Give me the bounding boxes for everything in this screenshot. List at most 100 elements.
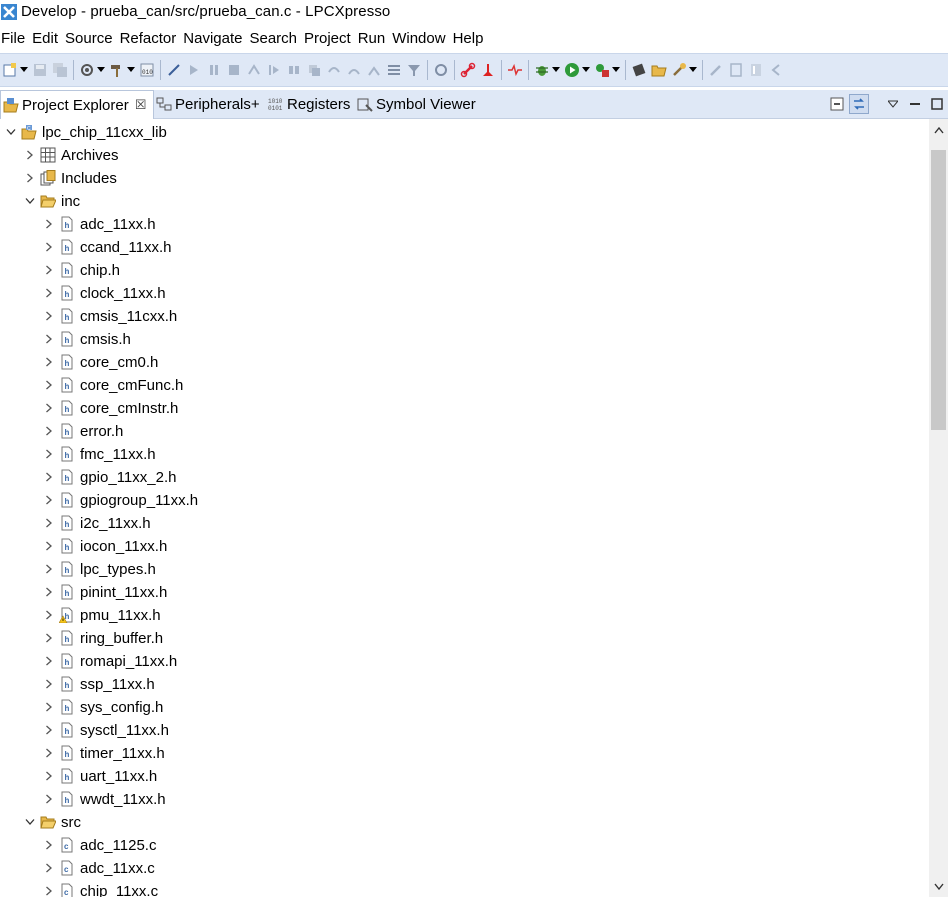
file-node[interactable]: h sys_config.h [0,696,929,719]
minimize-icon[interactable] [905,94,925,114]
run-icon[interactable] [564,62,580,78]
file-node[interactable]: h chip.h [0,259,929,282]
file-node[interactable]: c adc_1125.c [0,834,929,857]
chevron-right-icon[interactable] [43,861,55,875]
binary-icon[interactable]: 010 [139,62,155,78]
debug-bug-icon[interactable] [534,62,550,78]
chevron-right-icon[interactable] [43,332,55,346]
scrollbar-thumb[interactable] [931,150,946,430]
skip-breakpoints-icon[interactable] [166,62,182,78]
chevron-right-icon[interactable] [43,562,55,576]
external-tools-dropdown-icon[interactable] [612,62,620,78]
pulse-icon[interactable] [507,62,523,78]
collapse-all-icon[interactable] [827,94,847,114]
file-node[interactable]: h gpiogroup_11xx.h [0,489,929,512]
chevron-right-icon[interactable] [43,470,55,484]
file-node[interactable]: h ring_buffer.h [0,627,929,650]
chevron-down-icon[interactable] [5,125,17,139]
link-icon[interactable] [460,62,476,78]
menu-source[interactable]: Source [65,30,120,47]
chevron-right-icon[interactable] [43,240,55,254]
chevron-right-icon[interactable] [43,700,55,714]
tools-icon[interactable] [671,62,687,78]
open-folder-icon[interactable] [651,62,667,78]
step-into-icon[interactable] [266,62,282,78]
menu-navigate[interactable]: Navigate [183,30,249,47]
chip-icon[interactable] [631,62,647,78]
chevron-right-icon[interactable] [43,516,55,530]
chevron-right-icon[interactable] [43,493,55,507]
menu-edit[interactable]: Edit [32,30,65,47]
chevron-right-icon[interactable] [43,217,55,231]
file-node[interactable]: h core_cm0.h [0,351,929,374]
archives-node[interactable]: Archives [0,144,929,167]
chevron-right-icon[interactable] [43,884,55,897]
instruction-step-icon[interactable] [366,62,382,78]
chevron-down-icon[interactable] [24,815,36,829]
file-node[interactable]: h cmsis.h [0,328,929,351]
edit-pencil-icon[interactable] [708,62,724,78]
menu-search[interactable]: Search [249,30,304,47]
file-node[interactable]: h core_cmFunc.h [0,374,929,397]
chevron-right-icon[interactable] [43,286,55,300]
build-hammer-icon[interactable] [109,62,125,78]
refresh-icon[interactable] [433,62,449,78]
file-node[interactable]: h wwdt_11xx.h [0,788,929,811]
use-step-filters-icon[interactable] [406,62,422,78]
chevron-right-icon[interactable] [43,608,55,622]
chevron-right-icon[interactable] [43,355,55,369]
menu-file[interactable]: File [0,30,32,47]
chevron-down-icon[interactable] [24,194,36,208]
new-icon[interactable] [2,62,18,78]
maximize-icon[interactable] [927,94,947,114]
step-return-icon[interactable] [306,62,322,78]
drop-frame-icon[interactable] [326,62,342,78]
link-with-editor-icon[interactable] [849,94,869,114]
chevron-right-icon[interactable] [43,677,55,691]
chevron-right-icon[interactable] [43,654,55,668]
file-node[interactable]: h adc_11xx.h [0,213,929,236]
menu-refactor[interactable]: Refactor [120,30,184,47]
scroll-up-icon[interactable] [929,119,948,141]
save-icon[interactable] [32,62,48,78]
chevron-right-icon[interactable] [43,746,55,760]
annotation-icon[interactable] [728,62,744,78]
resume-icon[interactable] [186,62,202,78]
file-node[interactable]: h i2c_11xx.h [0,512,929,535]
tab-peripherals[interactable]: Peripherals+ [156,90,260,118]
tab-symbol-viewer[interactable]: Symbol Viewer [357,90,476,118]
file-node[interactable]: h cmsis_11cxx.h [0,305,929,328]
file-node[interactable]: h pinint_11xx.h [0,581,929,604]
folder-inc[interactable]: inc [0,190,929,213]
build-dropdown-icon[interactable] [127,62,135,78]
chevron-right-icon[interactable] [43,447,55,461]
step-filter-icon[interactable] [346,62,362,78]
chevron-right-icon[interactable] [43,263,55,277]
file-node[interactable]: c chip_11xx.c [0,880,929,897]
file-node[interactable]: h gpio_11xx_2.h [0,466,929,489]
last-edit-icon[interactable] [748,62,764,78]
new-dropdown-icon[interactable] [20,62,28,78]
menu-run[interactable]: Run [358,30,393,47]
file-node[interactable]: h ssp_11xx.h [0,673,929,696]
probe-icon[interactable] [480,62,496,78]
terminate-icon[interactable] [226,62,242,78]
chevron-right-icon[interactable] [43,401,55,415]
file-node[interactable]: h core_cmInstr.h [0,397,929,420]
tools-dropdown-icon[interactable] [689,62,697,78]
file-node[interactable]: h clock_11xx.h [0,282,929,305]
step-over-icon[interactable] [286,62,302,78]
file-node[interactable]: h ccand_11xx.h [0,236,929,259]
includes-node[interactable]: Includes [0,167,929,190]
chevron-right-icon[interactable] [24,171,36,185]
file-node[interactable]: h lpc_types.h [0,558,929,581]
scroll-down-icon[interactable] [929,875,948,897]
file-node[interactable]: h pmu_11xx.h [0,604,929,627]
menu-help[interactable]: Help [453,30,491,47]
chevron-right-icon[interactable] [43,723,55,737]
list-icon[interactable] [386,62,402,78]
settings-dropdown-icon[interactable] [97,62,105,78]
settings-icon[interactable] [79,62,95,78]
suspend-icon[interactable] [206,62,222,78]
file-node[interactable]: h timer_11xx.h [0,742,929,765]
